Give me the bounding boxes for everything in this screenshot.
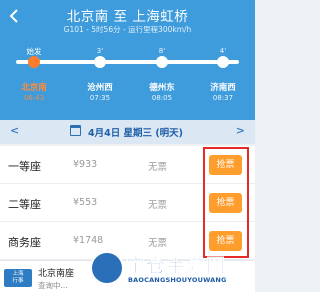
station-dot-active xyxy=(28,56,40,68)
next-day-button[interactable]: > xyxy=(236,124,245,137)
segment-stop-2: 8' xyxy=(158,47,166,55)
train-subtitle: G101 - 5时56分 - 运行里程300km/h xyxy=(63,25,192,34)
watermark-url: BAOCANGSHOUYOUWANG xyxy=(128,276,227,284)
station-dot xyxy=(217,56,229,68)
station-time: 06:43 xyxy=(23,94,45,102)
travel-date[interactable]: 4月4日 星期三 (明天) xyxy=(88,125,183,139)
station-time: 08:05 xyxy=(151,94,173,102)
seat-type: 一等座 xyxy=(8,160,41,173)
route-track xyxy=(16,60,239,64)
train-header: 北京南 至 上海虹桥 G101 - 5时56分 - 运行里程300km/h 始发… xyxy=(0,0,255,120)
date-bar: < 4月4日 星期三 (明天) > xyxy=(0,120,255,144)
seat-type: 商务座 xyxy=(8,236,41,249)
calendar-icon[interactable] xyxy=(70,125,81,136)
seat-price: ¥933 xyxy=(73,159,98,170)
seat-availability: 无票 xyxy=(148,200,168,211)
station-name[interactable]: 济南西 xyxy=(198,81,248,93)
watermark: 宝仓手游网 BAOCANGSHOUYOUWANG xyxy=(90,249,255,289)
station-dot xyxy=(94,56,106,68)
bottom-title: 北京南座 xyxy=(38,269,75,279)
seat-availability: 无票 xyxy=(148,238,168,249)
bottom-status: 查询中... xyxy=(38,281,68,290)
prev-day-button[interactable]: < xyxy=(10,124,19,137)
station-name[interactable]: 德州东 xyxy=(137,81,187,93)
watermark-text: 宝仓手游网 xyxy=(126,255,227,278)
seat-type: 二等座 xyxy=(8,198,41,211)
station-time: 08:37 xyxy=(212,94,234,102)
segment-stop-1: 3' xyxy=(96,47,104,55)
station-name[interactable]: 沧州西 xyxy=(75,81,125,93)
station-dot xyxy=(156,56,168,68)
highlight-box xyxy=(203,147,249,258)
station-time: 07:35 xyxy=(89,94,111,102)
seat-availability: 无票 xyxy=(148,162,168,173)
route-title: 北京南 至 上海虹桥 xyxy=(66,9,189,25)
watermark-logo-icon xyxy=(90,251,124,285)
segment-stop-3: 4' xyxy=(219,47,227,55)
app-tag: 上海 行事 xyxy=(4,269,32,287)
seat-price: ¥553 xyxy=(73,197,98,208)
station-name[interactable]: 北京南 xyxy=(9,81,59,93)
seat-price: ¥1748 xyxy=(73,235,104,246)
